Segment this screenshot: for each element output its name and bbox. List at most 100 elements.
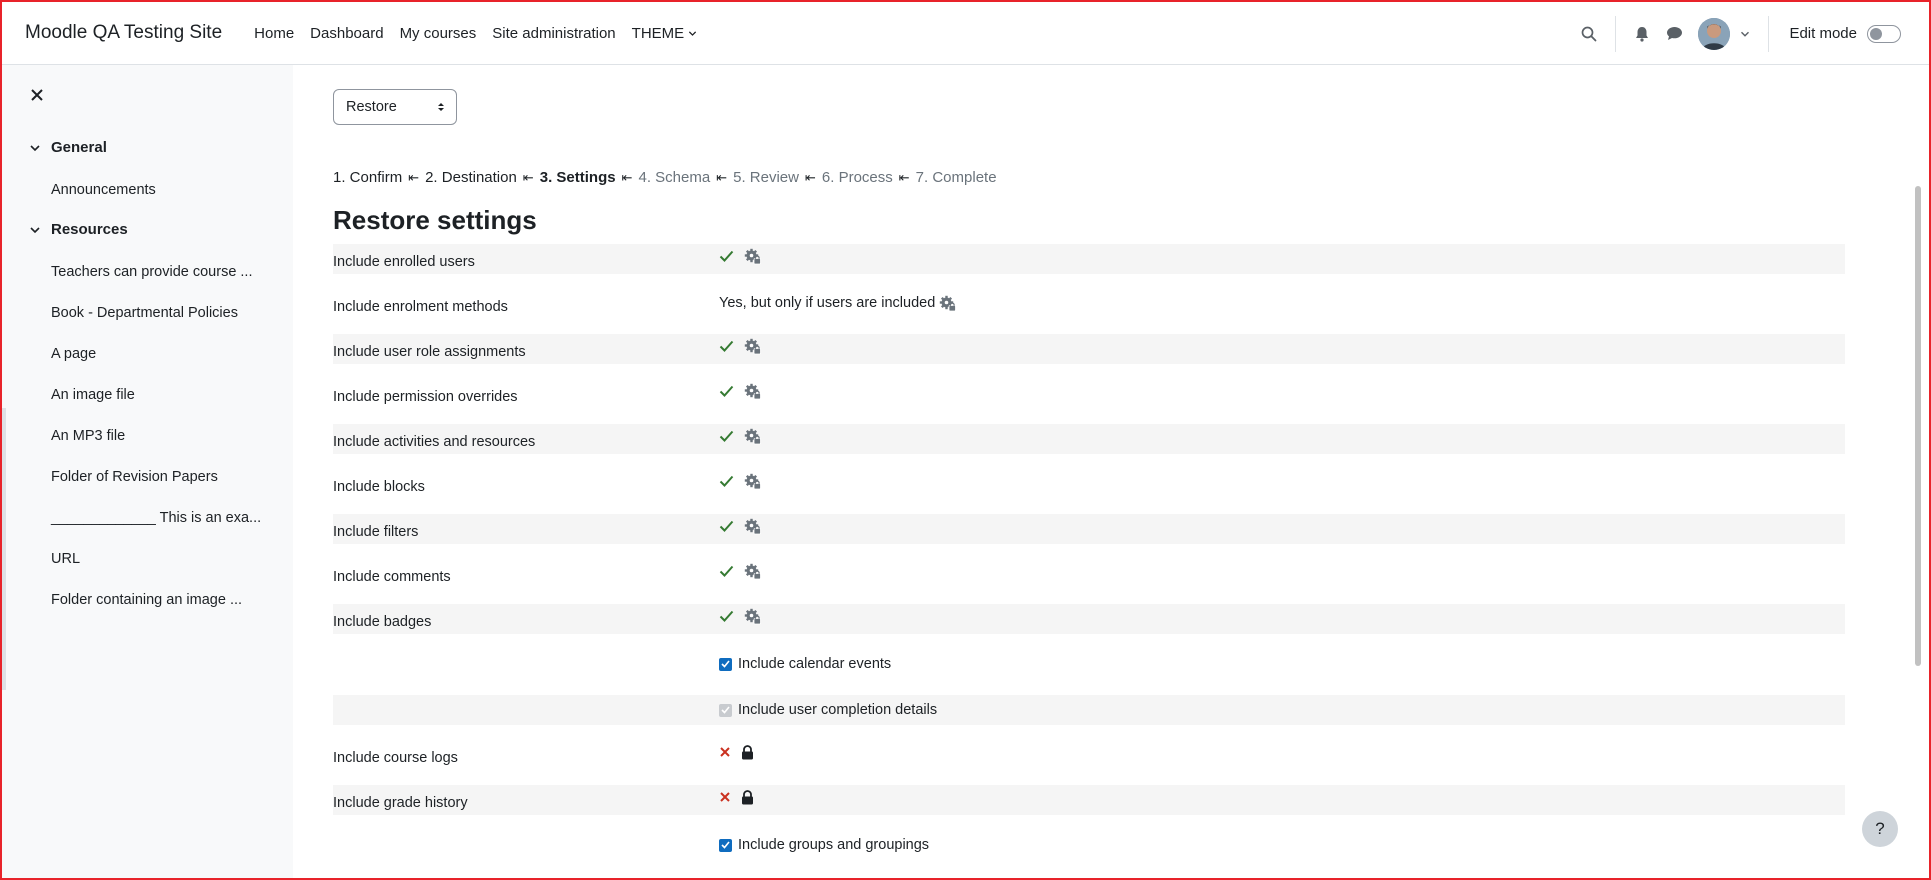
setting-label: Include activities and resources xyxy=(333,434,536,450)
bell-icon xyxy=(1636,26,1649,42)
setting-row: Include activities and resources xyxy=(333,424,1845,454)
drawer-item[interactable]: An MP3 file xyxy=(51,428,125,444)
nav-dashboard[interactable]: Dashboard xyxy=(310,25,383,42)
check-icon xyxy=(719,250,734,262)
drawer-resize-handle[interactable] xyxy=(2,408,6,690)
gear-lock-icon xyxy=(940,295,957,311)
include-user-completion-checkbox: Include user completion details xyxy=(719,695,937,725)
drawer-item[interactable]: An image file xyxy=(51,387,135,403)
check-icon xyxy=(719,475,734,487)
step-destination: 2. Destination xyxy=(425,169,517,186)
chevron-down-icon xyxy=(30,144,40,151)
checkbox-label: Include calendar events xyxy=(738,656,892,672)
step-process: 6. Process xyxy=(821,169,893,186)
page-scrollbar[interactable] xyxy=(1915,186,1921,666)
site-name[interactable]: Moodle QA Testing Site xyxy=(25,22,222,44)
search-icon xyxy=(1582,26,1597,41)
search-button[interactable] xyxy=(1573,18,1605,50)
settings-list: Include enrolled users Include enrolment… xyxy=(333,244,1845,860)
select-value: Restore xyxy=(346,99,397,115)
nav-home[interactable]: Home xyxy=(254,25,294,42)
nav-theme-label: THEME xyxy=(631,24,685,42)
setting-value xyxy=(719,561,761,581)
lock-icon xyxy=(742,744,753,759)
gear-lock-icon xyxy=(744,338,761,354)
nav-dashboard-label: Dashboard xyxy=(310,24,384,42)
nav-site-administration[interactable]: Site administration xyxy=(492,25,615,42)
step-separator: ⇤ xyxy=(408,169,420,185)
checkmark-icon xyxy=(721,660,730,668)
step-settings: 3. Settings xyxy=(539,169,616,186)
setting-row: Include filters xyxy=(333,514,1845,544)
nav-my-courses[interactable]: My courses xyxy=(400,25,477,42)
messages-button[interactable] xyxy=(1658,18,1690,50)
gear-lock-icon xyxy=(744,473,761,489)
drawer-item[interactable]: Folder containing an image ... xyxy=(51,592,242,608)
edit-mode-label: Edit mode xyxy=(1789,25,1857,42)
close-drawer-button[interactable] xyxy=(27,85,47,105)
setting-value xyxy=(719,471,761,491)
notifications-button[interactable] xyxy=(1626,18,1658,50)
cross-icon xyxy=(720,747,730,757)
setting-row: Include blocks xyxy=(333,469,1845,499)
setting-row: Include course logs xyxy=(333,740,1845,770)
cross-icon xyxy=(720,792,730,802)
help-button[interactable]: ? xyxy=(1862,811,1898,847)
navbar-actions: Edit mode xyxy=(1573,2,1901,65)
lock-icon xyxy=(742,789,753,804)
setting-value-text: Yes, but only if users are included xyxy=(719,295,936,311)
nav-site-admin-label: Site administration xyxy=(492,24,616,42)
checkmark-icon xyxy=(721,706,730,714)
check-icon xyxy=(719,520,734,532)
section-resources[interactable]: Resources xyxy=(29,221,128,238)
checkbox-checked[interactable] xyxy=(719,657,732,671)
include-groups-checkbox[interactable]: Include groups and groupings xyxy=(719,830,929,860)
drawer-item[interactable]: Teachers can provide course ... xyxy=(51,264,253,280)
checkbox-label: Include groups and groupings xyxy=(738,837,930,853)
include-calendar-events-checkbox[interactable]: Include calendar events xyxy=(719,649,891,679)
restore-action-select[interactable]: Restore xyxy=(333,89,457,125)
drawer-item[interactable]: A page xyxy=(51,346,96,362)
edit-mode-toggle[interactable] xyxy=(1867,24,1901,43)
gear-lock-icon xyxy=(744,428,761,444)
check-icon xyxy=(719,340,734,352)
check-icon xyxy=(719,565,734,577)
step-separator: ⇤ xyxy=(804,169,816,185)
setting-row: Include user completion details xyxy=(333,695,1845,725)
setting-label: Include filters xyxy=(333,524,419,540)
gear-lock-icon xyxy=(744,383,761,399)
setting-value xyxy=(719,787,754,807)
setting-row: Include comments xyxy=(333,559,1845,589)
setting-value xyxy=(719,742,754,762)
drawer-item[interactable]: Book - Departmental Policies xyxy=(51,305,238,321)
step-schema: 4. Schema xyxy=(638,169,711,186)
setting-value: Yes, but only if users are included xyxy=(719,293,957,313)
nav-theme-dropdown[interactable]: THEME xyxy=(632,25,698,42)
course-index-drawer: General Announcements Resources Teachers… xyxy=(2,65,293,878)
navbar-divider xyxy=(1768,15,1770,52)
setting-label: Include user role assignments xyxy=(333,344,526,360)
user-photo xyxy=(1698,17,1731,50)
checkbox-checked[interactable] xyxy=(719,838,732,852)
setting-value xyxy=(719,336,761,356)
top-navbar: Moodle QA Testing Site Home Dashboard My… xyxy=(2,2,1929,65)
nav-my-courses-label: My courses xyxy=(399,24,477,42)
drawer-item[interactable]: Folder of Revision Papers xyxy=(51,469,218,485)
setting-row: Include calendar events xyxy=(333,649,1845,679)
gear-lock-icon xyxy=(744,518,761,534)
drawer-item[interactable]: _____________ This is an exa... xyxy=(51,510,261,526)
drawer-item[interactable]: URL xyxy=(51,551,80,567)
step-review: 5. Review xyxy=(733,169,799,186)
checkbox-label: Include user completion details xyxy=(738,702,938,718)
setting-label: Include grade history xyxy=(333,795,468,811)
setting-label: Include badges xyxy=(333,614,432,630)
section-general[interactable]: General xyxy=(29,139,107,156)
chat-bubble-icon xyxy=(1666,27,1682,40)
setting-label: Include enrolment methods xyxy=(333,299,508,315)
chevron-down-icon[interactable] xyxy=(1740,29,1750,39)
checkmark-icon xyxy=(721,841,730,849)
check-icon xyxy=(719,385,734,397)
check-icon xyxy=(719,430,734,442)
drawer-item-announcements[interactable]: Announcements xyxy=(51,182,156,198)
user-avatar[interactable] xyxy=(1698,17,1731,50)
